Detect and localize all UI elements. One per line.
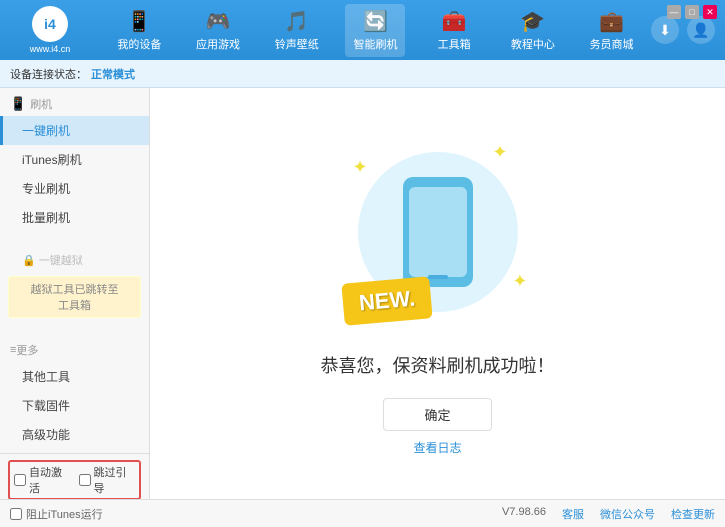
phone-home-btn — [428, 275, 448, 279]
maximize-button[interactable]: □ — [685, 5, 699, 19]
footer-left: 阻止iTunes运行 — [10, 506, 103, 522]
sidebar-more-title: ≡ 更多 — [0, 338, 149, 362]
sidebar-bottom: 自动激活 跳过引导 📱 iPhone 15 Pro Max 512GB iPho… — [0, 453, 149, 499]
sidebar-section-flash-title: 📱 刷机 — [0, 92, 149, 116]
nav-tabs: 📱 我的设备 🎮 应用游戏 🎵 铃声壁纸 🔄 智能刷机 🧰 工具箱 🎓 — [100, 4, 651, 57]
logo-icon: i4 — [32, 6, 68, 42]
nav-tab-toolbox[interactable]: 🧰 工具箱 — [424, 4, 484, 57]
new-text: NEW. — [357, 285, 415, 315]
content-area: NEW. ✦ ✦ ✦ 恭喜您，保资料刷机成功啦！ 确定 查看日志 — [150, 88, 725, 499]
user-button[interactable]: 👤 — [687, 16, 715, 44]
flash-section-icon: 📱 — [10, 96, 26, 112]
device-icon: 📱 — [127, 9, 152, 34]
toolbar: 设备连接状态： 正常模式 — [0, 60, 725, 88]
sidebar-item-pro-flash[interactable]: 专业刷机 — [0, 174, 149, 203]
sidebar-item-download-fw[interactable]: 下载固件 — [0, 391, 149, 420]
download-button[interactable]: ⬇ — [651, 16, 679, 44]
apps-icon: 🎮 — [206, 9, 231, 34]
minimize-button[interactable]: — — [667, 5, 681, 19]
nav-tab-smart-flash[interactable]: 🔄 智能刷机 — [345, 4, 405, 57]
sparkle-1: ✦ — [353, 157, 368, 178]
success-message: 恭喜您，保资料刷机成功啦！ — [321, 352, 555, 378]
nav-tab-tutorials[interactable]: 🎓 教程中心 — [503, 4, 563, 57]
footer-check-update-link[interactable]: 检查更新 — [671, 506, 715, 522]
nav-tab-business[interactable]: 💼 务员商城 — [582, 4, 642, 57]
tutorial-icon: 🎓 — [520, 9, 545, 34]
stop-itunes-checkbox[interactable] — [10, 508, 22, 520]
footer-wechat-link[interactable]: 微信公众号 — [600, 506, 655, 522]
business-icon: 💼 — [599, 9, 624, 34]
footer-right: V7.98.66 客服 微信公众号 检查更新 — [502, 506, 715, 522]
toolbox-icon: 🧰 — [442, 9, 467, 34]
smart-flash-icon: 🔄 — [363, 9, 388, 34]
logo-text: www.i4.cn — [30, 44, 71, 54]
new-badge: NEW. — [341, 276, 433, 326]
phone-shape — [403, 177, 473, 287]
toolbar-mode: 正常模式 — [91, 66, 135, 82]
sidebar-item-itunes-flash[interactable]: iTunes刷机 — [0, 145, 149, 174]
skip-guide-input[interactable] — [79, 474, 91, 486]
sidebar-item-advanced[interactable]: 高级功能 — [0, 420, 149, 449]
footer-desktop-link[interactable]: 客服 — [562, 506, 584, 522]
ringtone-icon: 🎵 — [284, 9, 309, 34]
sidebar-section-more: ≡ 更多 其他工具 下载固件 高级功能 — [0, 334, 149, 453]
nav-tab-apps-games[interactable]: 🎮 应用游戏 — [188, 4, 248, 57]
nav-tab-my-device[interactable]: 📱 我的设备 — [109, 4, 169, 57]
checkbox-highlight-box: 自动激活 跳过引导 — [8, 460, 141, 499]
phone-screen — [409, 187, 467, 277]
main-area: 📱 刷机 一键刷机 iTunes刷机 专业刷机 批量刷机 — [0, 88, 725, 499]
skip-guide-checkbox[interactable]: 跳过引导 — [79, 464, 136, 496]
sidebar: 📱 刷机 一键刷机 iTunes刷机 专业刷机 批量刷机 — [0, 88, 150, 499]
view-log-link[interactable]: 查看日志 — [413, 439, 461, 456]
sidebar-item-one-key-flash[interactable]: 一键刷机 — [0, 116, 149, 145]
stop-itunes-label: 阻止iTunes运行 — [26, 506, 103, 522]
sparkle-3: ✦ — [512, 271, 527, 292]
sidebar-jailbreak-info: 越狱工具已跳转至 工具箱 — [8, 276, 141, 318]
footer: 阻止iTunes运行 V7.98.66 客服 微信公众号 检查更新 — [0, 499, 725, 527]
logo: i4 www.i4.cn — [10, 6, 90, 54]
sidebar-section-jailbreak: 🔒 一键越狱 越狱工具已跳转至 工具箱 — [0, 244, 149, 326]
sparkle-2: ✦ — [492, 142, 507, 163]
success-illustration: NEW. ✦ ✦ ✦ — [338, 132, 538, 332]
sidebar-section-flash: 📱 刷机 一键刷机 iTunes刷机 专业刷机 批量刷机 — [0, 88, 149, 236]
header: i4 www.i4.cn 📱 我的设备 🎮 应用游戏 🎵 铃声壁纸 🔄 智能刷机 — [0, 0, 725, 60]
confirm-button[interactable]: 确定 — [383, 398, 491, 431]
auto-activate-input[interactable] — [14, 474, 26, 486]
header-right: ⬇ 👤 — [651, 16, 715, 44]
sidebar-jailbreak-title: 🔒 一键越狱 — [0, 248, 149, 272]
sidebar-item-other-tools[interactable]: 其他工具 — [0, 362, 149, 391]
footer-version: V7.98.66 — [502, 506, 546, 522]
toolbar-status-label: 设备连接状态： — [10, 66, 87, 82]
sidebar-item-batch-flash[interactable]: 批量刷机 — [0, 203, 149, 232]
nav-tab-ringtones[interactable]: 🎵 铃声壁纸 — [267, 4, 327, 57]
close-button[interactable]: ✕ — [703, 5, 717, 19]
auto-activate-checkbox[interactable]: 自动激活 — [14, 464, 71, 496]
